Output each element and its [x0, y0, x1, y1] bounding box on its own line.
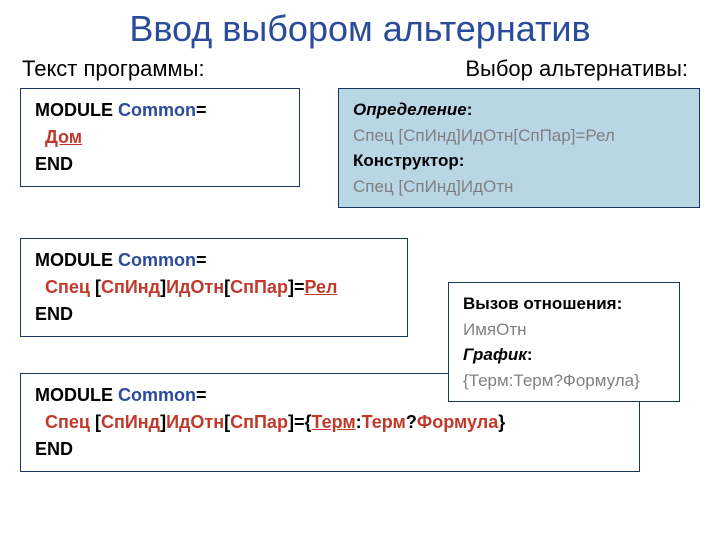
alt-line: Конструктор: [353, 148, 687, 174]
alt-line: Определение: [353, 97, 687, 123]
alt-line: Вызов отношения: [463, 291, 667, 317]
code-line: Дом [35, 124, 287, 151]
alt-line: ИмяОтн [463, 317, 667, 343]
row-1: MODULE Common= Дом END Определение: Спец… [20, 88, 700, 208]
code-line: END [35, 301, 395, 328]
code-line: Спец [СпИнд]ИдОтн[СпПар]={Терм:Терм?Форм… [35, 409, 627, 436]
alt-line: График: [463, 342, 667, 368]
alt-line: {Терм:Терм?Формула} [463, 368, 667, 394]
program-text-label: Текст программы: [22, 56, 205, 82]
slide: Ввод выбором альтернатив Текст программы… [0, 0, 720, 492]
code-line: Спец [СпИнд]ИдОтн[СпПар]=Рел [35, 274, 395, 301]
alternative-box-2: Вызов отношения: ИмяОтн График: {Терм:Те… [448, 282, 680, 402]
alt-line: Спец [СпИнд]ИдОтн[СпПар]=Рел [353, 123, 687, 149]
code-line: MODULE Common= [35, 247, 395, 274]
alt-line: Спец [СпИнд]ИдОтн [353, 174, 687, 200]
alternative-box-1: Определение: Спец [СпИнд]ИдОтн[СпПар]=Ре… [338, 88, 700, 208]
choice-label: Выбор альтернативы: [465, 56, 688, 82]
program-box-2: MODULE Common= Спец [СпИнд]ИдОтн[СпПар]=… [20, 238, 408, 337]
code-line: END [35, 436, 627, 463]
section-labels: Текст программы: Выбор альтернативы: [20, 56, 700, 82]
code-line: MODULE Common= [35, 97, 287, 124]
code-line: END [35, 151, 287, 178]
slide-title: Ввод выбором альтернатив [20, 8, 700, 50]
program-box-1: MODULE Common= Дом END [20, 88, 300, 187]
